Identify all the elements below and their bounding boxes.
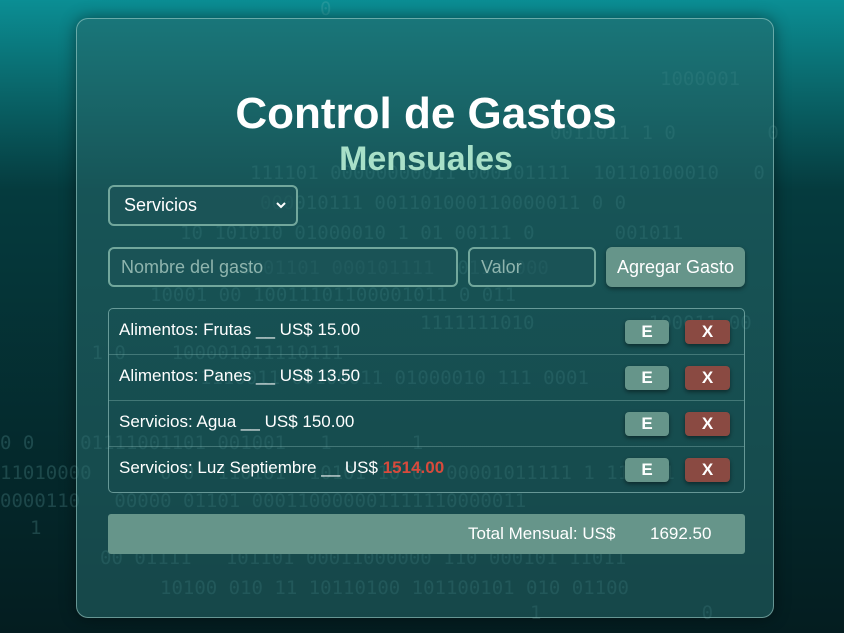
total-label: Total Mensual: US$	[468, 524, 616, 543]
total-value: 1692.50	[650, 524, 712, 543]
expense-value-placeholder: Valor	[481, 256, 522, 277]
expense-name-placeholder: Nombre del gasto	[121, 256, 264, 277]
expense-amount: 15.00	[317, 320, 361, 339]
expense-amount-highlight: 1514.00	[382, 458, 445, 477]
delete-button[interactable]: X	[685, 458, 730, 482]
add-expense-button[interactable]: Agregar Gasto	[606, 247, 745, 287]
list-item: Alimentos: Frutas __ US$ 15.00 E X	[109, 309, 744, 355]
expense-list: Alimentos: Frutas __ US$ 15.00 E X Alime…	[108, 308, 745, 493]
delete-button[interactable]: X	[685, 366, 730, 390]
category-select[interactable]: Servicios	[108, 185, 298, 226]
list-item: Servicios: Agua __ US$ 150.00 E X	[109, 401, 744, 447]
total-bar: Total Mensual: US$ 1692.50	[108, 514, 745, 554]
page-subtitle: Mensuales	[339, 140, 513, 178]
list-item: Alimentos: Panes __ US$ 13.50 E X	[109, 355, 744, 401]
expense-amount: 150.00	[302, 412, 355, 431]
edit-button[interactable]: E	[625, 412, 669, 436]
delete-button[interactable]: X	[685, 320, 730, 344]
edit-button[interactable]: E	[625, 320, 669, 344]
expense-text: Alimentos: Panes __ US$ 13.50	[119, 366, 361, 385]
expense-text: Alimentos: Frutas __ US$ 15.00	[119, 320, 361, 339]
expense-value-input[interactable]: Valor	[468, 247, 596, 287]
delete-button[interactable]: X	[685, 412, 730, 436]
expense-text: Servicios: Luz Septiembre __ US$ 1514.00	[119, 458, 445, 477]
edit-button[interactable]: E	[625, 458, 669, 482]
edit-button[interactable]: E	[625, 366, 669, 390]
list-item: Servicios: Luz Septiembre __ US$ 1514.00…	[109, 447, 744, 493]
page-title: Control de Gastos	[235, 89, 617, 138]
expense-name-input[interactable]: Nombre del gasto	[108, 247, 458, 287]
category-select-value: Servicios	[124, 195, 198, 215]
expense-amount: 13.50	[317, 366, 361, 385]
expense-card: Control de Gastos Mensuales Servicios No…	[76, 18, 774, 618]
expense-text: Servicios: Agua __ US$ 150.00	[119, 412, 355, 431]
chevron-down-icon	[276, 202, 286, 209]
